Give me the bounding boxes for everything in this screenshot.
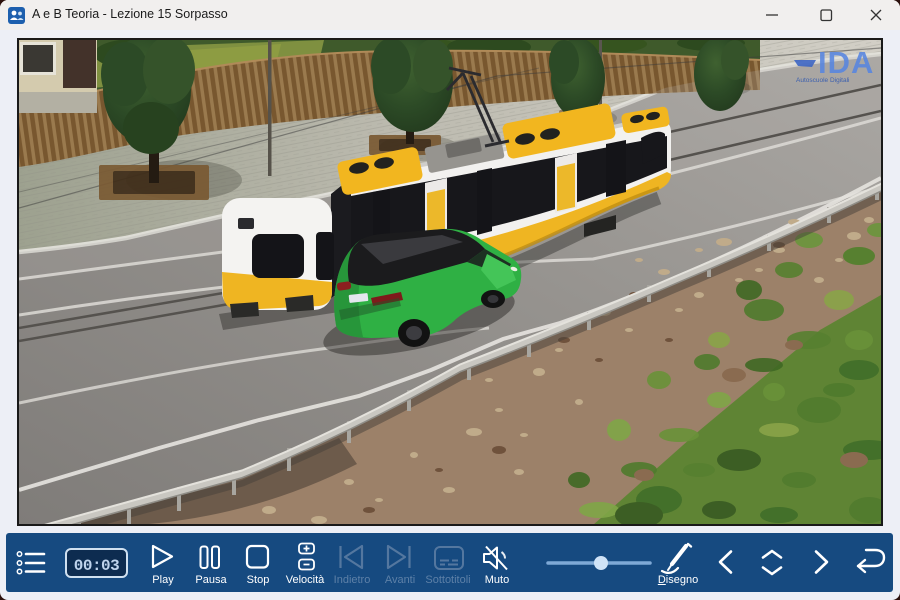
svg-text:IDA: IDA: [818, 45, 874, 80]
svg-text:00:03: 00:03: [74, 557, 120, 575]
svg-text:Autoscuole Digitali: Autoscuole Digitali: [796, 77, 849, 84]
